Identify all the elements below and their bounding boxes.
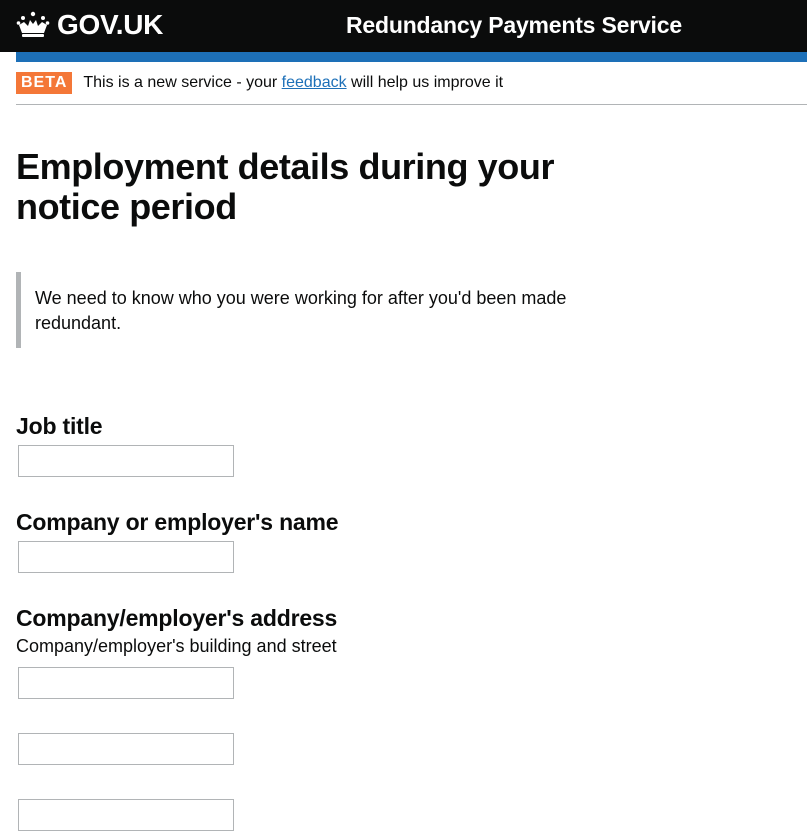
page-title: Employment details during your notice pe… <box>16 146 555 227</box>
employer-address-label: Company/employer's address <box>16 605 338 631</box>
address-line-2-input[interactable] <box>18 733 234 765</box>
govuk-logo-text: GOV.UK <box>57 9 164 40</box>
job-title-input[interactable] <box>18 445 234 477</box>
beta-tag: BETA <box>16 72 73 94</box>
employer-name-input[interactable] <box>18 541 234 573</box>
employer-address-hint: Company/employer's building and street <box>16 636 337 656</box>
phase-text-before: This is a new service - your <box>83 74 282 91</box>
phase-banner-text: This is a new service - your feedback wi… <box>83 73 503 93</box>
service-name-link[interactable]: Redundancy Payments Service <box>346 11 682 39</box>
feedback-link[interactable]: feedback <box>282 74 347 91</box>
job-title-label: Job title <box>16 413 103 439</box>
employer-name-label: Company or employer's name <box>16 509 339 535</box>
address-line-1-input[interactable] <box>18 667 234 699</box>
govuk-logo-link[interactable]: GOV.UK <box>16 9 163 41</box>
site-header: GOV.UK Redundancy Payments Service <box>0 0 807 52</box>
crown-icon <box>16 11 50 37</box>
address-line-3-input[interactable] <box>18 799 234 831</box>
inset-text: We need to know who you were working for… <box>16 272 586 348</box>
phase-text-after: will help us improve it <box>346 74 504 91</box>
phase-banner: BETA This is a new service - your feedba… <box>16 62 807 105</box>
header-blue-bar <box>16 52 807 62</box>
